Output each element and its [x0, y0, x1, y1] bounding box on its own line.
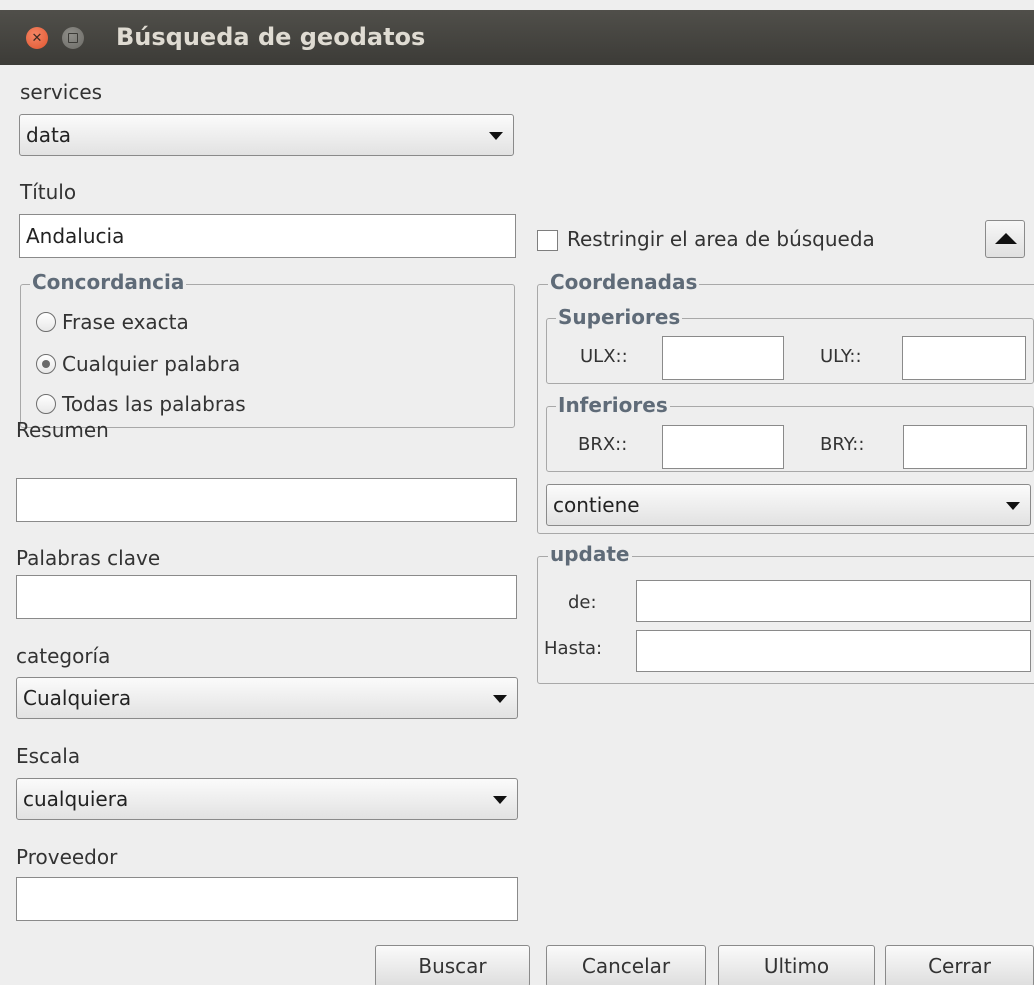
proveedor-input[interactable]	[16, 877, 518, 921]
brx-input[interactable]	[662, 425, 784, 469]
categoria-selected: Cualquiera	[23, 686, 132, 710]
maximize-icon[interactable]	[62, 27, 84, 49]
update-hasta-input[interactable]	[636, 630, 1031, 672]
resumen-label: Resumen	[16, 418, 109, 442]
hasta-label: Hasta:	[544, 638, 603, 659]
update-title: update	[548, 542, 632, 566]
titulo-input[interactable]: Andalucia	[19, 214, 516, 258]
chevron-down-icon	[493, 796, 507, 804]
radio-label: Todas las palabras	[62, 392, 246, 416]
window-titlebar: ✕ Búsqueda de geodatos	[0, 10, 1034, 65]
restrict-area-checkbox[interactable]	[537, 230, 558, 251]
brx-label: BRX::	[578, 434, 628, 455]
close-icon[interactable]: ✕	[26, 27, 48, 49]
resumen-input[interactable]	[16, 478, 517, 522]
ulx-input[interactable]	[662, 336, 784, 380]
relation-selected: contiene	[553, 493, 640, 517]
radio-todas-palabras[interactable]: Todas las palabras	[36, 392, 246, 416]
categoria-label: categoría	[16, 644, 111, 668]
escala-select[interactable]: cualquiera	[16, 778, 518, 820]
palabras-clave-input[interactable]	[16, 575, 517, 619]
buscar-button[interactable]: Buscar	[375, 945, 530, 985]
cerrar-button[interactable]: Cerrar	[885, 945, 1034, 985]
ulx-label: ULX::	[580, 346, 628, 367]
services-selected: data	[26, 123, 72, 147]
uly-input[interactable]	[902, 336, 1026, 380]
coordenadas-title: Coordenadas	[548, 270, 700, 294]
radio-label: Cualquier palabra	[62, 352, 241, 376]
bry-label: BRY::	[820, 434, 865, 455]
categoria-select[interactable]: Cualquiera	[16, 677, 518, 719]
radio-icon[interactable]	[36, 394, 56, 414]
uly-label: ULY::	[820, 346, 862, 367]
superiores-title: Superiores	[556, 305, 683, 329]
escala-label: Escala	[16, 744, 81, 768]
radio-frase-exacta[interactable]: Frase exacta	[36, 310, 189, 334]
inferiores-title: Inferiores	[556, 393, 670, 417]
proveedor-label: Proveedor	[16, 845, 118, 869]
ultimo-button[interactable]: Ultimo	[718, 945, 875, 985]
collapse-up-button[interactable]	[985, 220, 1025, 258]
chevron-down-icon	[489, 132, 503, 140]
escala-selected: cualquiera	[23, 787, 129, 811]
chevron-down-icon	[1006, 502, 1020, 510]
relation-select[interactable]: contiene	[546, 484, 1031, 526]
restrict-area-label: Restringir el area de búsqueda	[567, 227, 875, 251]
titulo-label: Título	[20, 180, 77, 204]
window-title: Búsqueda de geodatos	[116, 23, 426, 51]
services-label: services	[20, 80, 103, 104]
radio-label: Frase exacta	[62, 310, 189, 334]
cancelar-button[interactable]: Cancelar	[546, 945, 706, 985]
radio-icon[interactable]	[36, 312, 56, 332]
services-select[interactable]: data	[19, 114, 514, 156]
bry-input[interactable]	[903, 425, 1027, 469]
de-label: de:	[568, 592, 597, 613]
radio-checked-icon[interactable]	[36, 354, 56, 374]
palabras-clave-label: Palabras clave	[16, 546, 161, 570]
chevron-down-icon	[493, 695, 507, 703]
concordancia-title: Concordancia	[30, 270, 187, 294]
update-de-input[interactable]	[636, 580, 1031, 622]
radio-cualquier-palabra[interactable]: Cualquier palabra	[36, 352, 240, 376]
